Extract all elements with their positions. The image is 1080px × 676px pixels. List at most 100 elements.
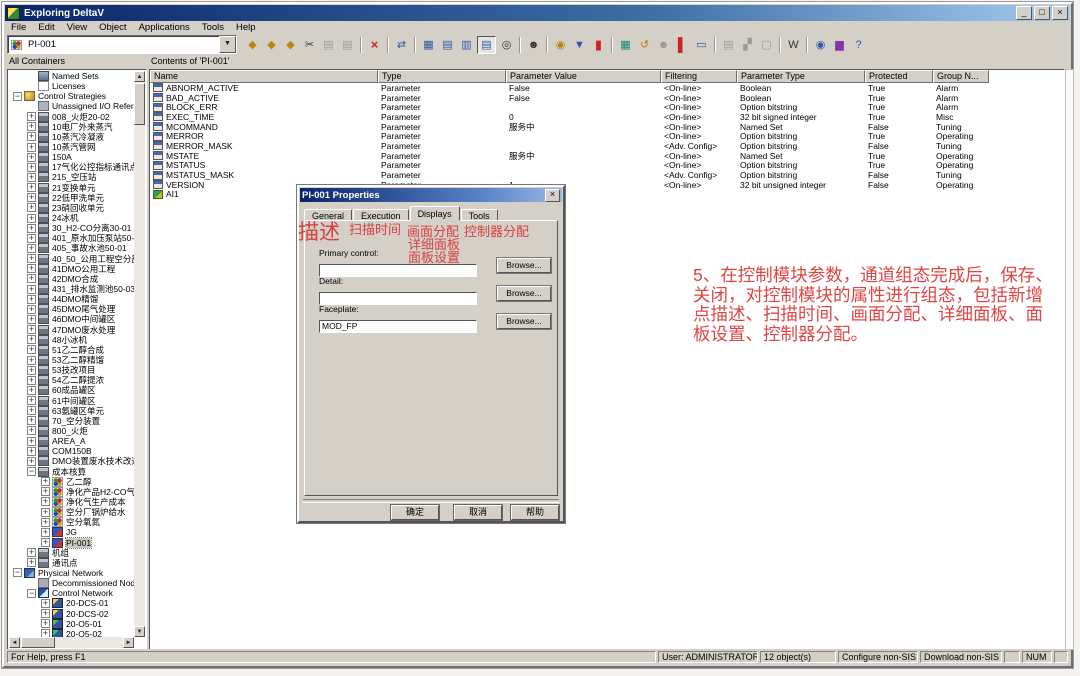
tree-item[interactable]: +20-O5-02: [8, 629, 134, 637]
tree-item[interactable]: +通讯点: [8, 558, 134, 568]
workstation-icon[interactable]: ▭: [693, 37, 710, 53]
explore-modules-icon[interactable]: ◆: [263, 37, 280, 53]
download-icon[interactable]: ▼: [571, 37, 588, 53]
reference-books-icon[interactable]: ▌: [674, 37, 691, 53]
list-view-icon[interactable]: ▥: [458, 37, 475, 53]
expand-icon[interactable]: +: [27, 315, 36, 324]
expand-icon[interactable]: +: [27, 183, 36, 192]
maximize-button[interactable]: □: [1034, 6, 1050, 20]
expand-icon[interactable]: +: [41, 619, 50, 628]
tree-item[interactable]: +20-O5-01: [8, 619, 134, 629]
expand-icon[interactable]: +: [41, 487, 50, 496]
tree-item[interactable]: +空分氧氮: [8, 517, 134, 527]
column-header-parameter-value[interactable]: Parameter Value: [506, 70, 661, 83]
expand-icon[interactable]: +: [41, 599, 50, 608]
expand-icon[interactable]: +: [27, 457, 36, 466]
expand-icon[interactable]: +: [27, 447, 36, 456]
details-view-icon[interactable]: ▤: [477, 36, 496, 54]
table-row[interactable]: MSTATUSParameter<On-line>Option bitstrin…: [150, 161, 1064, 171]
menu-item-tools[interactable]: Tools: [196, 22, 230, 33]
scroll-up-icon[interactable]: ▲: [134, 71, 145, 82]
expand-icon[interactable]: +: [27, 234, 36, 243]
close-button[interactable]: ×: [1052, 6, 1068, 20]
expand-icon[interactable]: +: [27, 132, 36, 141]
assign-icon[interactable]: ▮: [590, 37, 607, 53]
expand-icon[interactable]: +: [27, 143, 36, 152]
column-header-group-n-[interactable]: Group N...: [933, 70, 989, 83]
field-input[interactable]: [319, 292, 477, 305]
expand-icon[interactable]: +: [27, 214, 36, 223]
delete-icon[interactable]: ×: [366, 37, 383, 53]
browse-button[interactable]: Browse...: [497, 258, 551, 273]
dialog-close-icon[interactable]: ×: [545, 189, 560, 202]
tree-item[interactable]: +JG: [8, 527, 134, 537]
tree-item[interactable]: −Control Network: [8, 588, 134, 598]
column-header-name[interactable]: Name: [150, 70, 378, 83]
collapse-icon[interactable]: −: [13, 92, 22, 101]
expand-icon[interactable]: +: [27, 285, 36, 294]
object-selector-combobox[interactable]: PI-001 ▼: [7, 35, 237, 54]
tree-item[interactable]: +20-DCS-01: [8, 598, 134, 608]
trend-icon[interactable]: ▞: [739, 37, 756, 53]
field-input[interactable]: [319, 320, 477, 333]
tab-displays[interactable]: Displays: [410, 206, 460, 221]
expand-icon[interactable]: +: [27, 203, 36, 212]
table-row[interactable]: ABNORM_ACTIVEParameterFalse<On-line>Bool…: [150, 83, 1064, 93]
expand-icon[interactable]: +: [27, 437, 36, 446]
expand-icon[interactable]: +: [27, 325, 36, 334]
collapse-icon[interactable]: −: [27, 467, 36, 476]
table-row[interactable]: AI1: [150, 190, 1064, 200]
browse-button[interactable]: Browse...: [497, 286, 551, 301]
expand-icon[interactable]: +: [27, 406, 36, 415]
tree-item[interactable]: +AREA_A: [8, 436, 134, 446]
tree-horizontal-scrollbar[interactable]: ◄ ►: [9, 637, 134, 648]
performance-icon[interactable]: ▆: [831, 37, 848, 53]
help-button[interactable]: 帮助: [511, 505, 559, 520]
tree-item[interactable]: −Control Strategies: [8, 91, 134, 101]
alarm-bell-icon[interactable]: ◉: [552, 37, 569, 53]
revert-icon[interactable]: ↺: [636, 37, 653, 53]
menu-item-applications[interactable]: Applications: [133, 22, 196, 33]
scroll-thumb[interactable]: [134, 83, 145, 125]
menu-item-view[interactable]: View: [61, 22, 93, 33]
tree-item[interactable]: +PI-001: [8, 537, 134, 547]
scroll-thumb[interactable]: [21, 637, 55, 648]
tree-item[interactable]: Licenses: [8, 81, 134, 91]
paste-icon[interactable]: ▤: [339, 37, 356, 53]
find-icon[interactable]: ◎: [498, 37, 515, 53]
expand-icon[interactable]: +: [27, 264, 36, 273]
small-icons-view-icon[interactable]: ▤: [439, 37, 456, 53]
explore-areas-icon[interactable]: ◆: [282, 37, 299, 53]
expand-icon[interactable]: +: [27, 426, 36, 435]
tree-item[interactable]: +800_火炬: [8, 426, 134, 436]
expand-icon[interactable]: +: [27, 386, 36, 395]
table-row[interactable]: BAD_ACTIVEParameterFalse<On-line>Boolean…: [150, 93, 1064, 103]
table-row[interactable]: MSTATEParameter服务中<On-line>Named SetTrue…: [150, 151, 1064, 161]
collapse-icon[interactable]: −: [27, 589, 36, 598]
expand-icon[interactable]: +: [41, 538, 50, 547]
scroll-left-icon[interactable]: ◄: [9, 637, 20, 648]
collapse-icon[interactable]: −: [13, 568, 22, 577]
expand-icon[interactable]: +: [41, 497, 50, 506]
expand-icon[interactable]: +: [27, 345, 36, 354]
menu-item-help[interactable]: Help: [230, 22, 262, 33]
menu-item-file[interactable]: File: [5, 22, 32, 33]
expand-icon[interactable]: +: [27, 244, 36, 253]
expand-icon[interactable]: +: [27, 356, 36, 365]
expand-icon[interactable]: +: [27, 122, 36, 131]
expand-icon[interactable]: +: [27, 153, 36, 162]
scroll-right-icon[interactable]: ►: [123, 637, 134, 648]
expand-icon[interactable]: +: [41, 508, 50, 517]
menu-item-object[interactable]: Object: [93, 22, 132, 33]
expand-icon[interactable]: +: [27, 548, 36, 557]
history-view-icon[interactable]: W: [785, 37, 802, 53]
tune-icon[interactable]: ▢: [758, 37, 775, 53]
combo-dropdown-button[interactable]: ▼: [219, 36, 236, 53]
minimize-button[interactable]: _: [1016, 6, 1032, 20]
expand-icon[interactable]: +: [27, 173, 36, 182]
context-help-icon[interactable]: ?: [850, 37, 867, 53]
expand-icon[interactable]: +: [41, 518, 50, 527]
table-row[interactable]: MERRORParameter<On-line>Option bitstring…: [150, 131, 1064, 141]
expand-icon[interactable]: +: [27, 376, 36, 385]
expand-icon[interactable]: +: [27, 254, 36, 263]
